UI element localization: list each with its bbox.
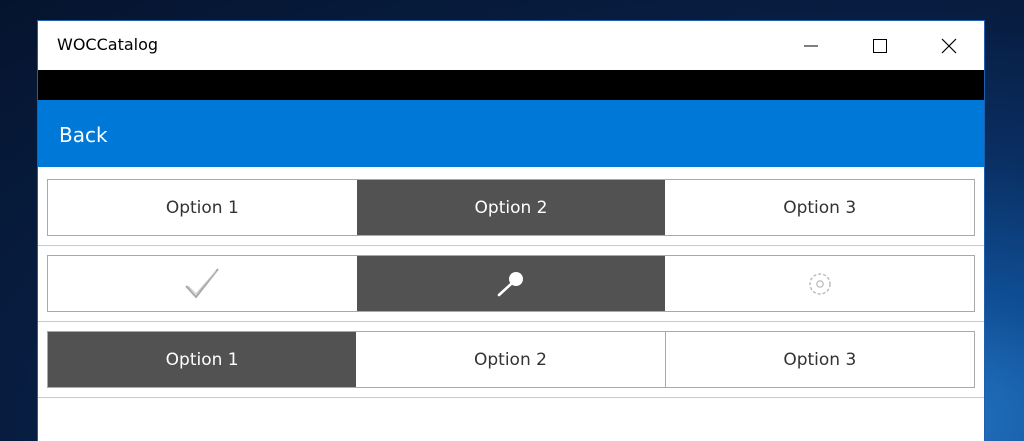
search-icon <box>497 271 523 296</box>
maximize-button[interactable] <box>845 21 914 70</box>
title-bar[interactable]: WOCCatalog <box>38 21 984 70</box>
segment-option-2[interactable]: Option 2 <box>356 332 664 387</box>
segment-option-3[interactable]: Option 3 <box>664 332 974 387</box>
nav-bar: Back <box>38 100 984 167</box>
divider <box>38 245 984 246</box>
segment-check[interactable] <box>48 256 357 311</box>
segmented-control-text-2: Option 1 Option 2 Option 3 <box>47 331 975 388</box>
divider <box>38 321 984 322</box>
close-icon <box>941 38 956 53</box>
segmented-control-icons <box>47 255 975 312</box>
segment-option-1[interactable]: Option 1 <box>48 180 357 235</box>
back-button[interactable]: Back <box>59 123 108 147</box>
segment-search[interactable] <box>356 256 666 311</box>
gear-icon <box>808 272 831 295</box>
minimize-button[interactable] <box>776 21 845 70</box>
black-bar <box>38 70 984 100</box>
maximize-icon <box>872 38 887 53</box>
segmented-control-text-1: Option 1 Option 2 Option 3 <box>47 179 975 236</box>
close-button[interactable] <box>914 21 983 70</box>
divider <box>38 397 984 398</box>
check-icon <box>185 267 220 299</box>
app-window: WOCCatalog Back Option 1 Option 2 Option… <box>38 21 984 441</box>
segment-option-1[interactable]: Option 1 <box>48 332 357 387</box>
window-title: WOCCatalog <box>57 35 159 54</box>
segment-settings[interactable] <box>665 256 974 311</box>
segment-option-3[interactable]: Option 3 <box>665 180 974 235</box>
segment-option-2[interactable]: Option 2 <box>356 180 666 235</box>
minimize-icon <box>803 45 818 46</box>
